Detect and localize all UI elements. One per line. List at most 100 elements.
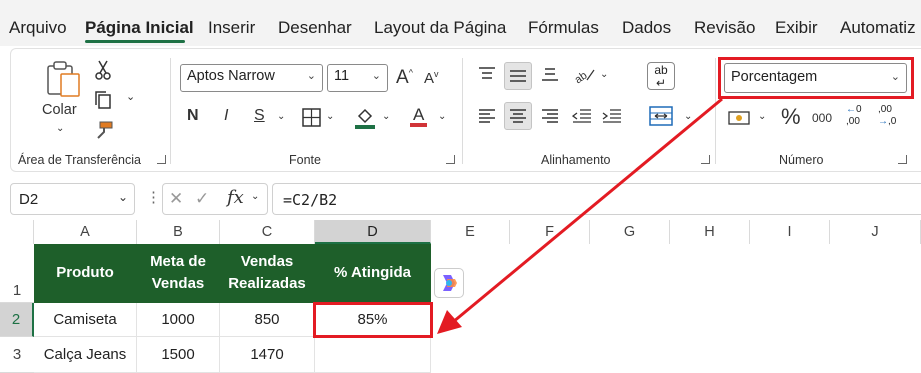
formula-value: =C2/B2 xyxy=(283,191,338,209)
column-header-a[interactable]: A xyxy=(34,220,137,244)
paste-chevron-icon[interactable]: ⌄ xyxy=(56,124,64,134)
header-cell-vendas-realizadas[interactable]: Vendas Realizadas xyxy=(220,244,315,303)
borders-icon[interactable] xyxy=(302,108,321,127)
confirm-icon[interactable]: ✓ xyxy=(195,190,209,207)
fill-color-chevron-icon[interactable]: ⌄ xyxy=(382,112,390,122)
header-cell-atingida[interactable]: % Atingida xyxy=(315,244,431,303)
group-divider xyxy=(462,58,463,164)
font-color-icon[interactable]: A xyxy=(410,106,428,127)
column-header-b[interactable]: B xyxy=(137,220,220,244)
align-middle-button[interactable] xyxy=(504,62,532,90)
spreadsheet-grid: A B C D E F G H I J 1 2 3 Produto Meta d… xyxy=(0,220,921,373)
table-cell[interactable] xyxy=(315,337,431,373)
cut-icon[interactable] xyxy=(94,60,112,80)
group-divider xyxy=(715,58,716,164)
table-cell[interactable]: 1470 xyxy=(220,337,315,373)
format-painter-icon[interactable] xyxy=(94,120,114,140)
header-cell-produto[interactable]: Produto xyxy=(34,244,137,303)
table-cell[interactable]: Camiseta xyxy=(34,303,137,337)
merge-chevron-icon[interactable]: ⌄ xyxy=(684,112,692,122)
table-cell[interactable]: 850 xyxy=(220,303,315,337)
underline-chevron-icon[interactable]: ⌄ xyxy=(277,112,285,122)
chevron-down-icon: ⌄ xyxy=(371,70,381,82)
clipboard-launcher-icon[interactable] xyxy=(157,155,166,164)
column-header-j[interactable]: J xyxy=(830,220,921,244)
font-color-chevron-icon[interactable]: ⌄ xyxy=(438,112,446,122)
comma-style-button[interactable]: 000 xyxy=(812,112,832,124)
font-family-select[interactable]: Aptos Narrow ⌄ xyxy=(180,64,323,92)
column-header-f[interactable]: F xyxy=(510,220,590,244)
italic-button[interactable]: I xyxy=(224,108,228,124)
column-header-e[interactable]: E xyxy=(431,220,510,244)
number-launcher-icon[interactable] xyxy=(898,155,907,164)
menu-bar: Arquivo Página Inicial Inserir Desenhar … xyxy=(0,0,921,46)
table-cell[interactable]: 1000 xyxy=(137,303,220,337)
cancel-icon[interactable]: ✕ xyxy=(169,190,183,207)
clipboard-group-label: Área de Transferência xyxy=(18,153,141,167)
decrease-decimal-icon[interactable]: ,00 →,0 xyxy=(878,104,904,130)
column-header-h[interactable]: H xyxy=(670,220,750,244)
tab-formulas[interactable]: Fórmulas xyxy=(528,18,599,38)
tab-arquivo[interactable]: Arquivo xyxy=(9,18,67,38)
align-center-button[interactable] xyxy=(504,102,532,130)
merge-center-icon[interactable] xyxy=(649,106,673,126)
align-top-icon[interactable] xyxy=(478,66,496,82)
tab-dados[interactable]: Dados xyxy=(622,18,671,38)
chevron-down-icon[interactable]: ⌄ xyxy=(118,191,128,203)
decrease-indent-icon[interactable] xyxy=(571,108,592,124)
font-group-label: Fonte xyxy=(289,153,321,167)
accounting-chevron-icon[interactable]: ⌄ xyxy=(758,112,766,122)
row-header-3[interactable]: 3 xyxy=(0,337,34,373)
increase-indent-icon[interactable] xyxy=(602,108,622,124)
shrink-font-icon[interactable]: Av xyxy=(424,70,439,87)
increase-decimal-icon[interactable]: ←0,00 xyxy=(846,104,872,130)
column-header-c[interactable]: C xyxy=(220,220,315,244)
row-header-1[interactable]: 1 xyxy=(0,244,34,303)
bold-button[interactable]: N xyxy=(187,108,199,124)
tab-automatizar[interactable]: Automatiz xyxy=(840,18,916,38)
tab-exibir[interactable]: Exibir xyxy=(775,18,818,38)
select-all-corner[interactable] xyxy=(0,220,34,244)
orientation-icon[interactable]: ab xyxy=(572,64,596,86)
row-header-2[interactable]: 2 xyxy=(0,303,34,337)
align-bottom-icon[interactable] xyxy=(541,66,559,82)
percent-style-button[interactable]: % xyxy=(781,106,801,128)
table-cell[interactable]: Calça Jeans xyxy=(34,337,137,373)
copy-icon[interactable] xyxy=(94,90,112,110)
column-header-d[interactable]: D xyxy=(315,220,431,244)
paste-label[interactable]: Colar xyxy=(42,103,77,118)
fill-color-icon[interactable] xyxy=(354,106,376,130)
tab-desenhar[interactable]: Desenhar xyxy=(278,18,352,38)
font-launcher-icon[interactable] xyxy=(446,155,455,164)
insert-function-icon[interactable]: fx xyxy=(227,189,244,207)
tab-inserir[interactable]: Inserir xyxy=(208,18,255,38)
chevron-down-icon: ⌄ xyxy=(306,70,316,82)
header-cell-meta-de-vendas[interactable]: Meta de Vendas xyxy=(137,244,220,303)
wrap-text-icon[interactable]: ab ↵ xyxy=(647,62,675,90)
alignment-launcher-icon[interactable] xyxy=(701,155,710,164)
formula-input[interactable]: =C2/B2 xyxy=(272,183,921,215)
number-format-highlight xyxy=(718,57,914,99)
underline-button[interactable]: S xyxy=(254,108,265,124)
grow-font-icon[interactable]: A^ xyxy=(396,68,413,87)
copy-chevron-icon[interactable]: ⌄ xyxy=(126,92,135,103)
table-cell[interactable]: 1500 xyxy=(137,337,220,373)
align-right-icon[interactable] xyxy=(541,108,559,124)
font-size-select[interactable]: 11 ⌄ xyxy=(327,64,388,92)
tab-layout-da-pagina[interactable]: Layout da Página xyxy=(374,18,506,38)
copilot-button[interactable] xyxy=(434,268,464,298)
accounting-format-icon[interactable] xyxy=(728,108,752,128)
column-header-g[interactable]: G xyxy=(590,220,670,244)
orientation-chevron-icon[interactable]: ⌄ xyxy=(600,70,608,80)
align-left-icon[interactable] xyxy=(478,108,496,124)
tab-revisao[interactable]: Revisão xyxy=(694,18,755,38)
name-box[interactable]: D2 ⌄ xyxy=(10,183,135,215)
increase-decimal-label: ,00 xyxy=(846,116,860,127)
paste-icon[interactable] xyxy=(44,60,84,98)
borders-chevron-icon[interactable]: ⌄ xyxy=(326,112,334,122)
column-header-i[interactable]: I xyxy=(750,220,830,244)
more-options-icon[interactable]: ⋮ xyxy=(146,190,161,205)
tab-pagina-inicial[interactable]: Página Inicial xyxy=(85,18,194,38)
fx-chevron-icon[interactable]: ⌄ xyxy=(251,192,259,202)
font-size-value: 11 xyxy=(334,68,350,84)
